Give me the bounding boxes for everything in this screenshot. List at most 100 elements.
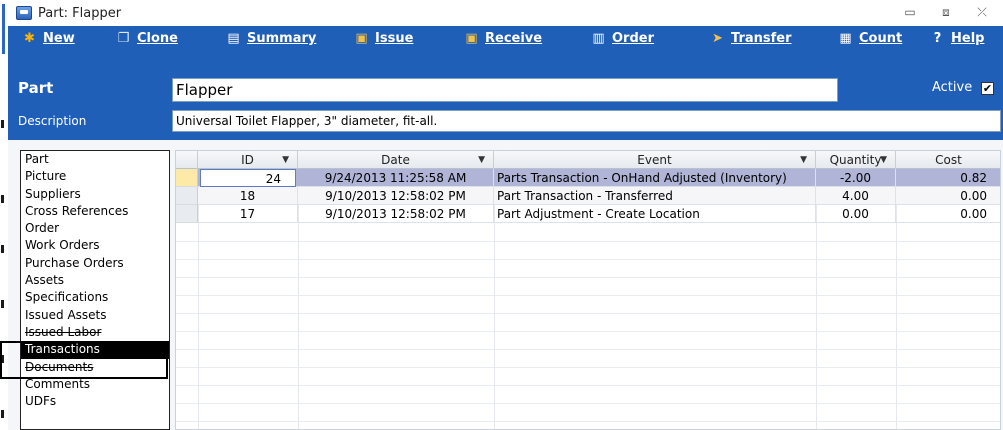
- column-header-id[interactable]: ID ▼: [198, 151, 298, 169]
- nav-item-specifications[interactable]: Specifications: [21, 289, 169, 306]
- count-button[interactable]: ▦ Count: [838, 31, 902, 46]
- id-cell-editing[interactable]: 24: [200, 169, 296, 187]
- grid-header: ID ▼ Date ▼ Event ▼ Quantity ▼ Cost: [176, 151, 1000, 169]
- description-label: Description: [18, 114, 87, 128]
- receive-icon: ▣: [465, 31, 478, 46]
- id-cell[interactable]: 18: [198, 187, 298, 205]
- quantity-cell[interactable]: -2.00: [816, 169, 896, 187]
- nav-item-cross-references[interactable]: Cross References: [21, 203, 169, 220]
- nav-item-order[interactable]: Order: [21, 220, 169, 237]
- grid-line: [176, 349, 1000, 350]
- section-nav-list: Part Picture Suppliers Cross References …: [20, 150, 170, 430]
- grid-line: [176, 367, 1000, 368]
- help-button[interactable]: ? Help: [930, 31, 985, 46]
- nav-item-part[interactable]: Part: [21, 151, 169, 168]
- order-icon: ▥: [592, 31, 605, 46]
- edge-tick: [1, 410, 4, 418]
- date-cell[interactable]: 9/24/2013 11:25:58 AM: [298, 169, 494, 187]
- help-icon: ?: [933, 31, 942, 46]
- event-cell[interactable]: Part Transaction - Transferred: [494, 187, 816, 205]
- count-icon: ▦: [839, 31, 852, 46]
- active-label: Active: [932, 80, 973, 95]
- toolbar: ✱ New ❐ Clone ▤ Summary ▣ Issue ▣ Receiv…: [8, 26, 1003, 52]
- receive-button[interactable]: ▣ Receive: [464, 31, 542, 46]
- issue-button[interactable]: ▣ Issue: [354, 31, 413, 46]
- grid-line: [176, 295, 1000, 296]
- column-header-event[interactable]: Event ▼: [494, 151, 816, 169]
- nav-item-issued-assets[interactable]: Issued Assets: [21, 307, 169, 324]
- transfer-icon: ➤: [712, 31, 723, 46]
- transfer-button[interactable]: ➤ Transfer: [710, 31, 791, 46]
- grid-line: [176, 403, 1000, 404]
- edge-tick: [1, 300, 4, 308]
- cost-cell[interactable]: 0.00: [896, 205, 1000, 223]
- summary-button[interactable]: ▤ Summary: [226, 31, 316, 46]
- cost-cell[interactable]: 0.00: [896, 187, 1000, 205]
- filter-dropdown-icon[interactable]: ▼: [478, 151, 485, 169]
- close-icon[interactable]: ⤫: [975, 5, 989, 19]
- grid-line: [176, 331, 1000, 332]
- table-row[interactable]: 17 9/10/2013 12:58:02 PM Part Adjustment…: [198, 205, 1000, 223]
- app-icon: [16, 6, 32, 20]
- nav-item-transactions[interactable]: Transactions: [21, 341, 169, 359]
- window-controls: ▭ ⧈ ⤫: [903, 5, 989, 19]
- background-window-edge: [0, 0, 8, 430]
- edge-tick: [1, 245, 4, 253]
- description-field[interactable]: Universal Toilet Flapper, 3" diameter, f…: [172, 110, 1001, 132]
- restore-icon[interactable]: ⧈: [939, 5, 953, 19]
- nav-item-suppliers[interactable]: Suppliers: [21, 186, 169, 203]
- grid-line: [176, 259, 1000, 260]
- part-name-field[interactable]: Flapper: [172, 78, 838, 102]
- grid-line: [176, 241, 1000, 242]
- event-cell[interactable]: Part Adjustment - Create Location: [494, 205, 816, 223]
- window-title: Part: Flapper: [38, 5, 122, 21]
- edge-tick: [1, 195, 4, 203]
- grid-line: [176, 313, 1000, 314]
- nav-item-purchase-orders[interactable]: Purchase Orders: [21, 255, 169, 272]
- part-label: Part: [18, 79, 54, 97]
- nav-item-documents[interactable]: Documents: [21, 359, 169, 376]
- nav-item-issued-labor[interactable]: Issued Labor: [21, 324, 169, 341]
- date-cell[interactable]: 9/10/2013 12:58:02 PM: [298, 205, 494, 223]
- row-selector[interactable]: [176, 205, 198, 223]
- grid-line: [176, 421, 1000, 422]
- grid-line: [176, 277, 1000, 278]
- edge-tick: [1, 355, 4, 363]
- nav-item-udfs[interactable]: UDFs: [21, 393, 169, 410]
- background-window-accent: [2, 4, 5, 54]
- order-button[interactable]: ▥ Order: [591, 31, 654, 46]
- summary-icon: ▤: [227, 31, 240, 46]
- quantity-cell[interactable]: 0.00: [816, 205, 896, 223]
- minimize-icon[interactable]: ▭: [903, 5, 917, 19]
- nav-item-assets[interactable]: Assets: [21, 272, 169, 289]
- row-selector[interactable]: [176, 187, 198, 205]
- edge-tick: [1, 120, 4, 128]
- column-header-quantity[interactable]: Quantity ▼: [816, 151, 896, 169]
- asterisk-icon: ✱: [24, 31, 35, 46]
- table-row[interactable]: 24 9/24/2013 11:25:58 AM Parts Transacti…: [198, 169, 1000, 187]
- new-button[interactable]: ✱ New: [22, 31, 75, 46]
- clone-icon: ❐: [117, 31, 130, 46]
- cost-cell[interactable]: 0.82: [896, 169, 1000, 187]
- active-checkbox[interactable]: ✔: [981, 82, 994, 95]
- nav-item-picture[interactable]: Picture: [21, 168, 169, 185]
- part-window: Part: Flapper ▭ ⧈ ⤫ ✱ New ❐ Clone ▤ Summ…: [8, 0, 1003, 430]
- part-header: Part Flapper Active ✔ Description Univer…: [8, 52, 1003, 140]
- nav-item-comments[interactable]: Comments: [21, 376, 169, 393]
- row-selector[interactable]: [176, 169, 198, 187]
- id-cell[interactable]: 17: [198, 205, 298, 223]
- event-cell[interactable]: Parts Transaction - OnHand Adjusted (Inv…: [494, 169, 816, 187]
- nav-item-work-orders[interactable]: Work Orders: [21, 237, 169, 254]
- column-header-cost[interactable]: Cost: [896, 151, 1000, 169]
- quantity-cell[interactable]: 4.00: [816, 187, 896, 205]
- filter-dropdown-icon[interactable]: ▼: [880, 151, 887, 169]
- row-selector-header: [176, 151, 198, 169]
- title-bar: Part: Flapper ▭ ⧈ ⤫: [8, 0, 1003, 26]
- filter-dropdown-icon[interactable]: ▼: [282, 151, 289, 169]
- filter-dropdown-icon[interactable]: ▼: [800, 151, 807, 169]
- date-cell[interactable]: 9/10/2013 12:58:02 PM: [298, 187, 494, 205]
- table-row[interactable]: 18 9/10/2013 12:58:02 PM Part Transactio…: [198, 187, 1000, 205]
- clone-button[interactable]: ❐ Clone: [116, 31, 178, 46]
- transactions-grid: ID ▼ Date ▼ Event ▼ Quantity ▼ Cost 24 9…: [175, 150, 1001, 430]
- column-header-date[interactable]: Date ▼: [298, 151, 494, 169]
